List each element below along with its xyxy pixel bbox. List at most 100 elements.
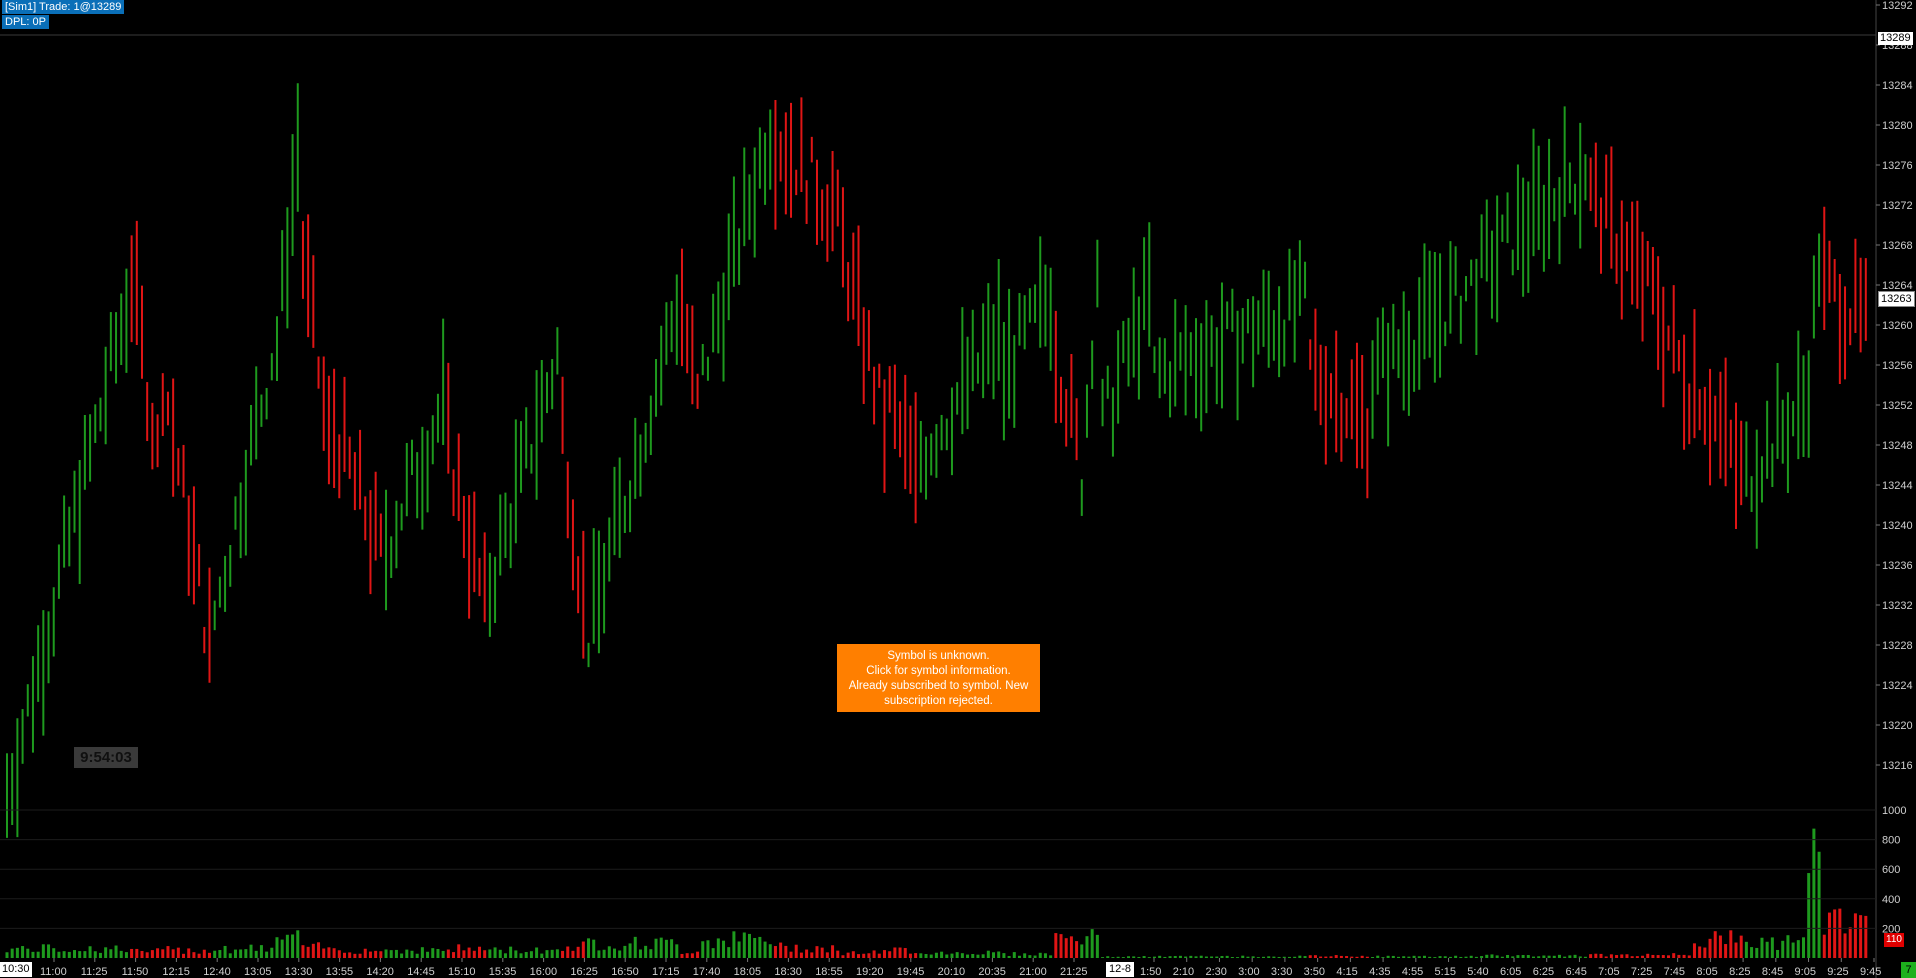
volume-bar	[1199, 955, 1203, 958]
volume-bar	[831, 945, 835, 958]
volume-bar	[1724, 944, 1728, 958]
time-tick-label: 12:15	[162, 966, 190, 978]
volume-bar	[654, 938, 658, 958]
volume-bar	[1137, 956, 1141, 958]
volume-bar	[47, 944, 51, 958]
volume-bar	[400, 953, 404, 958]
price-tick-label: 13224	[1882, 680, 1913, 692]
volume-bar	[908, 953, 912, 958]
volume-bar	[571, 950, 575, 958]
volume-bar	[1635, 956, 1639, 958]
time-tick-label: 11:25	[81, 966, 108, 978]
volume-bar	[1791, 942, 1795, 958]
volume-bar	[1095, 934, 1099, 958]
volume-bar	[389, 950, 393, 958]
volume-bar	[327, 947, 331, 958]
volume-bar	[1776, 949, 1780, 958]
volume-bar	[1599, 953, 1603, 958]
volume-bar	[981, 954, 985, 958]
volume-bar	[124, 952, 128, 958]
volume-tick-label: 800	[1882, 835, 1900, 847]
volume-bar	[1158, 955, 1162, 958]
volume-bar	[420, 947, 424, 958]
time-tick-label: 13:30	[285, 966, 313, 978]
volume-bar	[197, 953, 201, 958]
volume-bar	[1526, 955, 1530, 958]
volume-bar	[317, 942, 321, 958]
volume-bar	[857, 954, 861, 958]
volume-bar	[1459, 956, 1463, 958]
volume-bar	[358, 953, 362, 958]
time-tick-label: 13:05	[244, 966, 272, 978]
volume-bar	[1402, 956, 1406, 958]
volume-bar	[1573, 954, 1577, 958]
volume-bar	[462, 950, 466, 958]
volume-bar	[405, 949, 409, 958]
price-chart[interactable]: 1329213288132841328013276132721326813264…	[0, 0, 1916, 978]
time-tick-label: 5:15	[1435, 966, 1456, 978]
volume-bar	[1812, 828, 1816, 958]
volume-bar	[394, 949, 398, 958]
volume-bar	[1355, 956, 1359, 958]
volume-bar	[182, 953, 186, 958]
symbol-unknown-alert[interactable]: Symbol is unknown. Click for symbol info…	[837, 644, 1040, 712]
volume-bar	[311, 943, 315, 958]
volume-bar	[950, 953, 954, 958]
volume-bar	[1511, 956, 1515, 958]
volume-bar	[1802, 937, 1806, 958]
volume-bar	[1007, 955, 1011, 958]
volume-bar	[426, 951, 430, 958]
clock-display: 9:54:03	[74, 747, 138, 768]
volume-bar	[1615, 955, 1619, 958]
volume-bar	[1215, 956, 1219, 958]
volume-bar	[1246, 956, 1250, 958]
volume-bar	[1381, 957, 1385, 958]
volume-bar	[436, 948, 440, 958]
volume-bar	[820, 947, 824, 958]
volume-bar	[1672, 953, 1676, 958]
volume-bar	[1324, 956, 1328, 958]
volume-tick-label: 1000	[1882, 805, 1906, 817]
volume-bar	[1075, 941, 1079, 958]
volume-bar	[5, 952, 9, 958]
volume-bar	[846, 952, 850, 958]
volume-bar	[805, 949, 809, 958]
volume-bar	[1744, 941, 1748, 958]
price-tick-label: 13276	[1882, 160, 1913, 172]
volume-bar	[1734, 942, 1738, 958]
time-tick-label: 17:15	[652, 966, 680, 978]
time-tick-label: 7:45	[1664, 966, 1685, 978]
volume-bar	[104, 947, 108, 958]
volume-bar	[1241, 955, 1245, 958]
volume-bar	[342, 952, 346, 958]
price-bars	[6, 83, 1867, 838]
volume-bar	[966, 954, 970, 958]
volume-bar	[1142, 956, 1146, 958]
time-tick-label: 11:50	[122, 966, 149, 978]
volume-bar	[1412, 955, 1416, 958]
volume-bar	[1277, 956, 1281, 958]
time-tick-label: 16:00	[530, 966, 558, 978]
volume-bar	[1480, 956, 1484, 958]
volume-bar	[1298, 955, 1302, 958]
time-tick-label: 3:50	[1304, 966, 1325, 978]
volume-bar	[1703, 947, 1707, 958]
volume-bar	[659, 937, 663, 958]
volume-bar	[670, 939, 674, 958]
volume-bar	[62, 951, 66, 958]
volume-bar	[1625, 954, 1629, 958]
volume-bar	[1464, 956, 1468, 958]
volume-bar	[1184, 956, 1188, 958]
volume-bar	[98, 952, 102, 958]
volume-bar	[368, 951, 372, 958]
volume-bar	[353, 953, 357, 958]
volume-bar	[1033, 955, 1037, 958]
volume-bar	[706, 940, 710, 958]
volume-bar	[130, 948, 134, 958]
volume-bar	[1755, 947, 1759, 958]
volume-bar	[529, 951, 533, 958]
volume-bar	[1833, 909, 1837, 958]
volume-bar	[83, 951, 87, 958]
volume-bar	[836, 950, 840, 958]
time-tick-label: 9:25	[1827, 966, 1848, 978]
